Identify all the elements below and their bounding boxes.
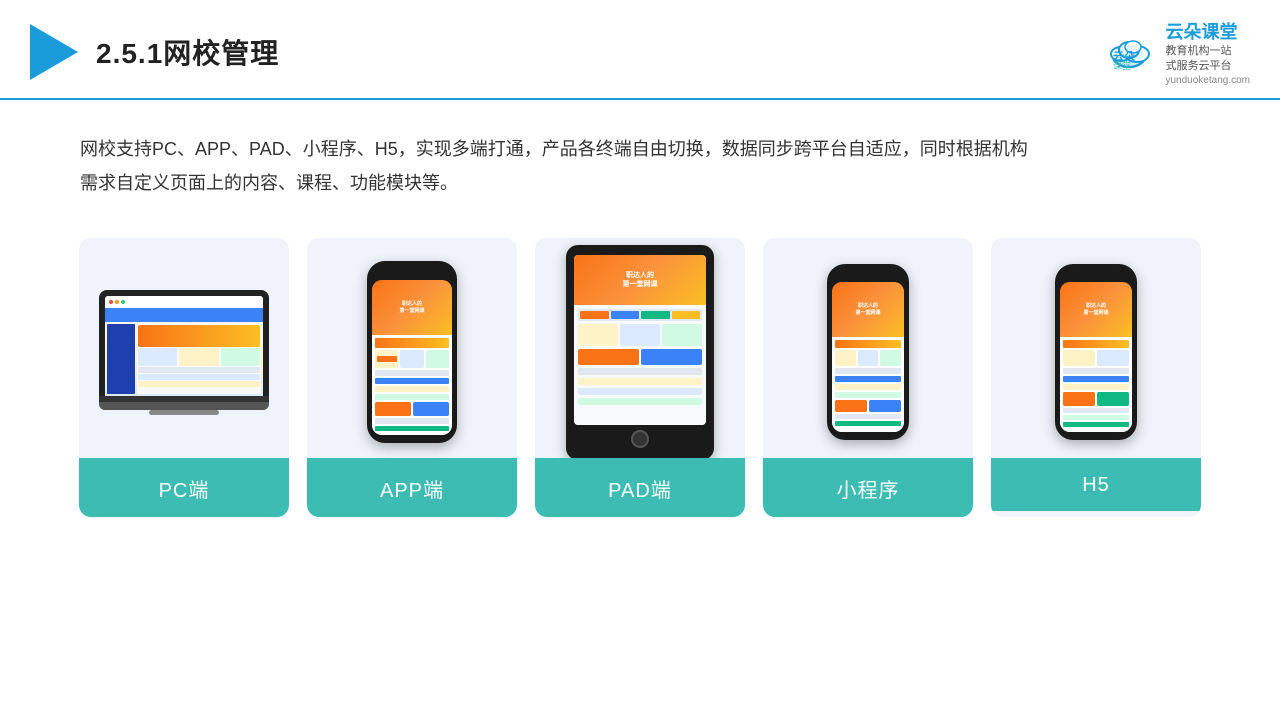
cards-container: PC端 职达人的第一堂网课 <box>0 210 1280 547</box>
pc-mockup <box>99 290 269 415</box>
header-right: 云朵 课堂 云朵课堂 教育机构一站 式服务云平台 yunduoketang.co… <box>1107 18 1250 86</box>
page-header: 2.5.1网校管理 云朵 课堂 云朵课堂 教育机构一站 式服务云平台 <box>0 0 1280 100</box>
card-app-label: APP端 <box>307 458 517 517</box>
phone-mockup-miniapp: 职达人的第一堂网课 <box>827 264 909 440</box>
card-app: 职达人的第一堂网课 <box>307 238 517 517</box>
card-miniapp-label: 小程序 <box>763 458 973 517</box>
tablet-mockup: 职达人的第一堂网课 <box>566 245 714 460</box>
svg-text:课堂: 课堂 <box>1113 60 1131 70</box>
card-app-image: 职达人的第一堂网课 <box>307 238 517 458</box>
description-line2: 需求自定义页面上的内容、课程、功能模块等。 <box>80 166 1200 200</box>
card-pad: 职达人的第一堂网课 <box>535 238 745 517</box>
brand-url: yunduoketang.com <box>1165 75 1250 86</box>
card-h5-image: 职达人的第一堂网课 <box>991 238 1201 458</box>
card-pc: PC端 <box>79 238 289 517</box>
brand-sub: 教育机构一站 式服务云平台 <box>1165 44 1231 75</box>
description-block: 网校支持PC、APP、PAD、小程序、H5，实现多端打通，产品各终端自由切换，数… <box>0 100 1280 210</box>
card-pad-label: PAD端 <box>535 458 745 517</box>
cloud-icon: 云朵 课堂 <box>1107 34 1159 70</box>
brand-logo: 云朵 课堂 云朵课堂 教育机构一站 式服务云平台 yunduoketang.co… <box>1107 18 1250 86</box>
brand-name: 云朵课堂 <box>1165 18 1237 44</box>
phone-mockup-h5: 职达人的第一堂网课 <box>1055 264 1137 440</box>
logo-triangle-icon <box>30 24 78 80</box>
card-pad-image: 职达人的第一堂网课 <box>535 238 745 458</box>
card-pc-image <box>79 238 289 458</box>
page-title: 2.5.1网校管理 <box>96 32 279 72</box>
header-left: 2.5.1网校管理 <box>30 24 279 80</box>
card-miniapp: 职达人的第一堂网课 <box>763 238 973 517</box>
description-line1: 网校支持PC、APP、PAD、小程序、H5，实现多端打通，产品各终端自由切换，数… <box>80 132 1200 166</box>
card-miniapp-image: 职达人的第一堂网课 <box>763 238 973 458</box>
card-pc-label: PC端 <box>79 458 289 517</box>
card-h5: 职达人的第一堂网课 <box>991 238 1201 517</box>
phone-mockup-app: 职达人的第一堂网课 <box>367 261 457 443</box>
card-h5-label: H5 <box>991 458 1201 511</box>
